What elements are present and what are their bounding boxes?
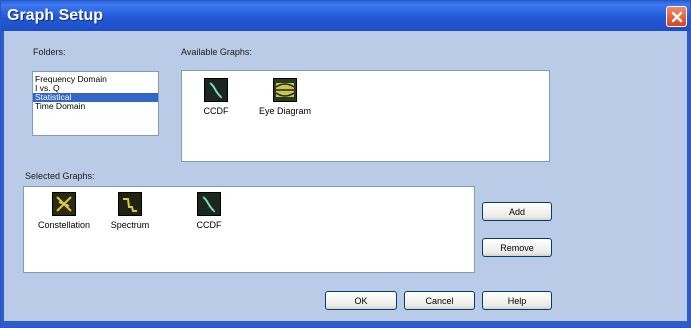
graph-label: CCDF xyxy=(203,106,229,116)
window-border-right xyxy=(687,31,690,327)
add-button[interactable]: Add xyxy=(482,202,552,221)
cancel-button[interactable]: Cancel xyxy=(404,291,475,310)
available-graphs-panel[interactable]: CCDF Eye Diagram xyxy=(181,70,550,162)
help-button[interactable]: Help xyxy=(482,291,552,310)
graph-label: CCDF xyxy=(196,220,222,230)
folders-label: Folders: xyxy=(33,47,66,57)
graph-setup-dialog: Graph Setup Folders: Frequency Domain I … xyxy=(0,0,691,328)
constellation-graph-icon xyxy=(52,192,76,216)
graph-label: Constellation xyxy=(37,220,91,230)
selected-graph-ccdf[interactable]: CCDF xyxy=(179,192,239,230)
window-border-bottom xyxy=(1,321,690,327)
spectrum-graph-icon xyxy=(118,192,142,216)
selected-graph-constellation[interactable]: Constellation xyxy=(34,192,94,230)
window-border-left xyxy=(1,31,4,327)
remove-button[interactable]: Remove xyxy=(482,238,552,257)
selected-graphs-label: Selected Graphs: xyxy=(25,171,95,181)
window-title: Graph Setup xyxy=(7,7,104,24)
selected-graphs-panel[interactable]: Constellation Spectrum CCDF xyxy=(23,186,475,273)
eye-diagram-graph-icon xyxy=(273,78,297,102)
ok-button[interactable]: OK xyxy=(325,291,397,310)
ccdf-graph-icon xyxy=(197,192,221,216)
title-bar[interactable]: Graph Setup xyxy=(1,1,690,31)
close-icon xyxy=(671,11,682,22)
available-graphs-label: Available Graphs: xyxy=(181,47,252,57)
graph-label: Spectrum xyxy=(110,220,150,230)
ccdf-graph-icon xyxy=(204,78,228,102)
selected-graph-spectrum[interactable]: Spectrum xyxy=(100,192,160,230)
folders-list[interactable]: Frequency Domain I vs. Q Statistical Tim… xyxy=(32,71,159,136)
available-graph-ccdf[interactable]: CCDF xyxy=(186,78,246,116)
available-graph-eye-diagram[interactable]: Eye Diagram xyxy=(255,78,315,116)
graph-label: Eye Diagram xyxy=(258,106,312,116)
folder-item-time-domain[interactable]: Time Domain xyxy=(33,102,158,111)
close-button[interactable] xyxy=(666,6,687,27)
